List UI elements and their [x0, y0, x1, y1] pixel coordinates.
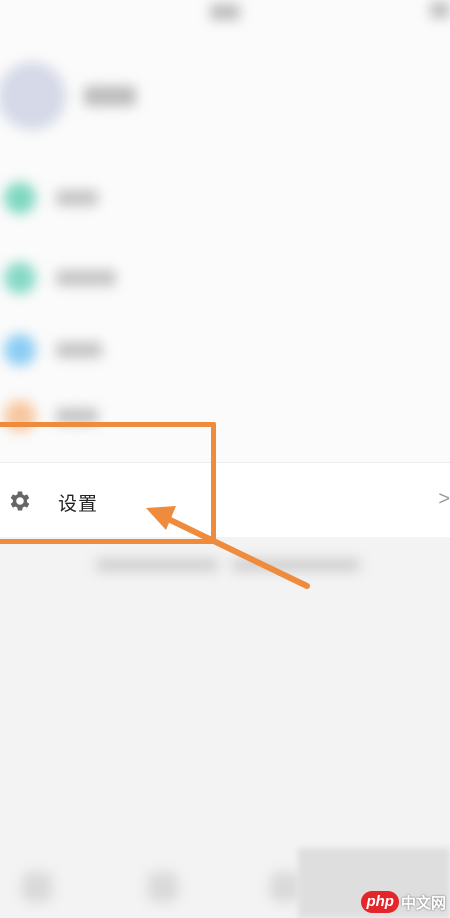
- annotation-arrow: [146, 506, 310, 589]
